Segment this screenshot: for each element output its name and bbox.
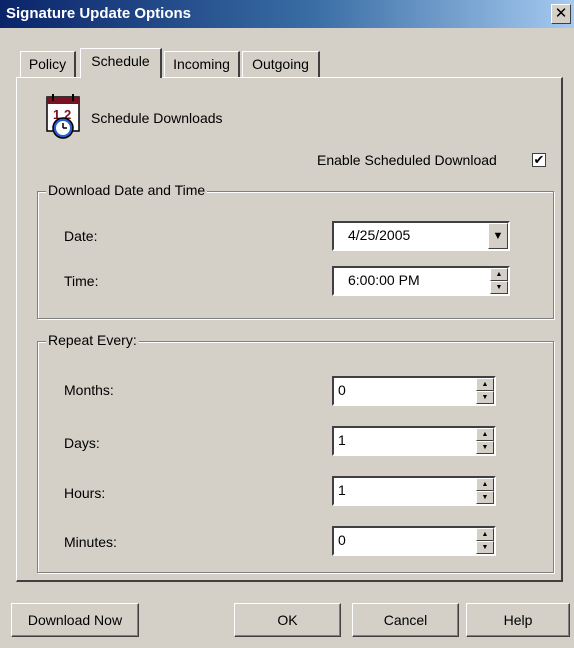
minutes-stepper[interactable]: 0 ▲ ▼ [332,526,496,556]
spin-up-icon[interactable]: ▲ [476,478,494,491]
hours-stepper[interactable]: 1 ▲ ▼ [332,476,496,506]
days-value: 1 [338,432,346,448]
minutes-value: 0 [338,532,346,548]
checkmark-icon: ✔ [533,152,545,167]
days-label: Days: [64,435,100,451]
title-bar: Signature Update Options ✕ [0,0,574,28]
ok-button[interactable]: OK [234,603,341,637]
spin-up-icon[interactable]: ▲ [476,528,494,541]
hours-value: 1 [338,482,346,498]
months-label: Months: [64,382,114,398]
tab-policy[interactable]: Policy [20,51,76,78]
close-button[interactable]: ✕ [551,4,571,24]
months-stepper[interactable]: 0 ▲ ▼ [332,376,496,406]
spin-up-icon[interactable]: ▲ [490,268,508,281]
minutes-spinner[interactable]: ▲ ▼ [476,528,494,554]
spin-down-icon[interactable]: ▼ [476,441,494,454]
help-button[interactable]: Help [466,603,570,637]
enable-scheduled-checkbox[interactable]: ✔ [532,153,546,167]
calendar-clock-icon: 1 2 [46,94,80,139]
time-value: 6:00:00 PM [348,272,420,288]
group-legend: Download Date and Time [46,182,208,198]
days-stepper[interactable]: 1 ▲ ▼ [332,426,496,456]
schedule-heading: Schedule Downloads [91,110,223,126]
time-label: Time: [64,273,99,289]
schedule-panel: 1 2 Schedule Downloads Enable Scheduled … [16,77,563,582]
spin-down-icon[interactable]: ▼ [476,491,494,504]
cancel-button[interactable]: Cancel [352,603,459,637]
tab-label: Incoming [173,56,230,72]
spin-down-icon[interactable]: ▼ [490,281,508,294]
group-legend: Repeat Every: [46,332,139,348]
download-date-time-group: Download Date and Time Date: 4/25/2005 ▼… [37,182,554,319]
chevron-down-icon: ▼ [492,230,504,242]
date-picker[interactable]: 4/25/2005 ▼ [332,221,510,251]
spin-down-icon[interactable]: ▼ [476,391,494,404]
months-value: 0 [338,382,346,398]
tab-outgoing[interactable]: Outgoing [242,51,320,78]
window-title: Signature Update Options [6,5,192,22]
tab-schedule[interactable]: Schedule [80,48,162,78]
tab-label: Schedule [91,53,150,69]
repeat-every-group: Repeat Every: Months: 0 ▲ ▼ Days: 1 ▲ ▼ … [37,332,554,573]
date-value: 4/25/2005 [348,227,411,243]
tab-label: Outgoing [252,56,309,72]
time-spinner[interactable]: ▲ ▼ [490,268,508,294]
days-spinner[interactable]: ▲ ▼ [476,428,494,454]
hours-label: Hours: [64,485,106,501]
time-field[interactable]: 6:00:00 PM ▲ ▼ [332,266,510,296]
tab-label: Policy [28,56,67,72]
date-label: Date: [64,228,98,244]
enable-scheduled-label: Enable Scheduled Download [317,152,497,168]
date-dropdown-button[interactable]: ▼ [488,223,508,249]
tab-incoming[interactable]: Incoming [164,51,240,78]
spin-down-icon[interactable]: ▼ [476,541,494,554]
months-spinner[interactable]: ▲ ▼ [476,378,494,404]
spin-up-icon[interactable]: ▲ [476,428,494,441]
hours-spinner[interactable]: ▲ ▼ [476,478,494,504]
close-icon: ✕ [554,5,568,22]
minutes-label: Minutes: [64,534,117,550]
download-now-button[interactable]: Download Now [11,603,139,637]
spin-up-icon[interactable]: ▲ [476,378,494,391]
